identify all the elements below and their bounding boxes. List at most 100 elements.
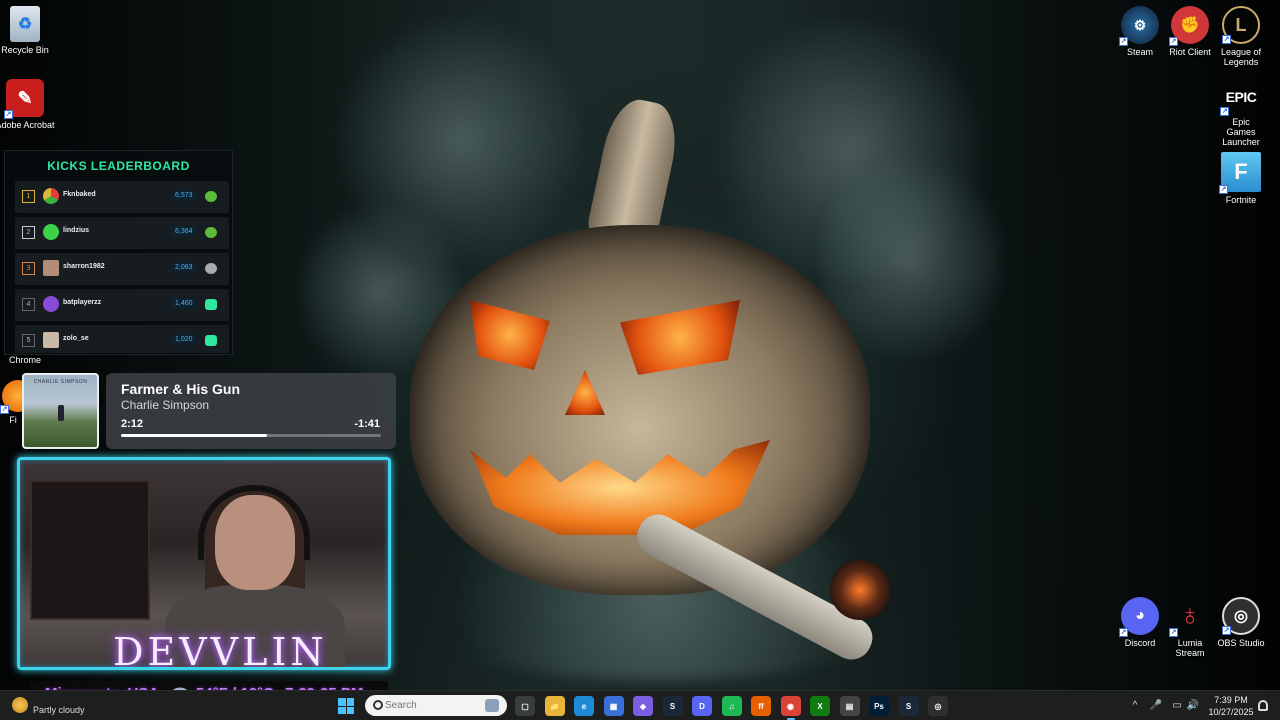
taskbar-app-obs[interactable]: ◎ (928, 696, 948, 716)
leaderboard-score: 1,020 (171, 334, 197, 345)
badge-icon (205, 191, 217, 202)
start-button[interactable] (338, 698, 354, 714)
avatar (43, 332, 59, 348)
desktop-icon-label: Epic Games Launcher (1222, 117, 1260, 147)
webcam-shelf (30, 480, 150, 620)
desktop-icon-obs-studio[interactable]: ◎ ↗ OBS Studio (1209, 597, 1273, 648)
epic-games-icon: EPIC ↗ (1220, 89, 1257, 116)
badge-icon (205, 299, 217, 310)
tray-overflow-icon[interactable]: ^ (1128, 699, 1142, 713)
joint-ember (830, 560, 890, 620)
taskbar-search[interactable] (365, 695, 507, 716)
taskbar-app-edge[interactable]: e (574, 696, 594, 716)
shortcut-arrow-icon: ↗ (1169, 37, 1178, 46)
leaderboard-rank: 1 (22, 190, 35, 203)
track-remaining: -1:41 (354, 418, 380, 430)
taskbar-app-copilot[interactable]: ◈ (633, 696, 653, 716)
avatar (43, 296, 59, 312)
taskbar-app-store[interactable]: ▦ (603, 696, 624, 716)
microphone-icon[interactable]: 🎤 (1149, 699, 1163, 713)
search-input[interactable] (385, 698, 480, 713)
obs-icon: ◎ ↗ (1222, 597, 1260, 635)
kicks-leaderboard: KICKS LEADERBOARD 1 Fknbaked 6,573 2 lin… (4, 150, 233, 355)
taskbar-app-photoshop[interactable]: Ps (869, 696, 889, 716)
album-art-figure (58, 405, 64, 421)
taskbar: Partly cloudy ▢📁e▦◈SD♫ff◉X▤PsS◎ ^ 🎤 ▭ 🔊 … (0, 690, 1280, 720)
leaderboard-username: sharron1982 (63, 263, 105, 270)
track-title: Farmer & His Gun (121, 381, 241, 397)
badge-icon (205, 335, 217, 346)
notification-bell-icon[interactable] (1258, 700, 1268, 711)
leaderboard-username: lindzius (63, 227, 90, 234)
track-artist: Charlie Simpson (121, 398, 210, 412)
taskbar-app-file-explorer[interactable]: 📁 (544, 696, 565, 716)
steam-icon: ⚙ ↗ (1119, 6, 1159, 46)
leaderboard-row: 4 batplayerzz 1,460 (15, 289, 229, 321)
shortcut-arrow-icon: ↗ (1222, 626, 1231, 635)
taskbar-app-chrome[interactable]: ◉ (780, 696, 801, 720)
taskbar-app-media[interactable]: ▤ (839, 696, 860, 716)
volume-icon[interactable]: 🔊 (1186, 699, 1200, 713)
leaderboard-row: 3 sharron1982 2,063 (15, 253, 229, 285)
leaderboard-score: 6,573 (171, 190, 197, 201)
track-progress-bar (121, 434, 381, 437)
league-icon: L ↗ (1222, 6, 1260, 44)
avatar (43, 260, 59, 276)
shortcut-arrow-icon: ↗ (1222, 35, 1231, 44)
leaderboard-username: Fknbaked (63, 191, 96, 198)
taskbar-app-steam-2[interactable]: S (898, 696, 919, 716)
badge-icon (205, 227, 217, 238)
desktop-icon-epic-games[interactable]: EPIC ↗ Epic Games Launcher (1209, 80, 1273, 147)
track-progress-fill (121, 434, 267, 437)
taskbar-weather-text[interactable]: Partly cloudy (33, 705, 85, 715)
desktop-icon-recycle-bin[interactable]: ♻ Recycle Bin (0, 6, 57, 55)
desktop-icon-label: Adobe Acrobat (0, 120, 55, 130)
avatar (43, 224, 59, 240)
webcam-overlay: DEVVLIN (17, 457, 391, 670)
network-icon[interactable]: ▭ (1170, 699, 1184, 713)
shortcut-arrow-icon: ↗ (1220, 107, 1229, 116)
search-highlight-icon (485, 699, 499, 712)
taskbar-weather-icon[interactable] (12, 697, 28, 713)
taskbar-app-task-view[interactable]: ▢ (515, 696, 535, 716)
taskbar-app-xbox[interactable]: X (810, 696, 830, 716)
album-art-caption: CHARLIE SIMPSON (33, 379, 88, 385)
taskbar-app-firefox[interactable]: ff (751, 696, 771, 716)
leaderboard-username: batplayerzz (63, 299, 102, 306)
leaderboard-rank: 4 (22, 298, 35, 311)
riot-icon: ✊ ↗ (1169, 6, 1209, 46)
fortnite-icon: F ↗ (1219, 152, 1261, 194)
search-icon (373, 700, 383, 710)
leaderboard-score: 6,364 (171, 226, 197, 237)
streamer-name: DEVVLIN (113, 630, 328, 670)
album-art: CHARLIE SIMPSON (22, 373, 99, 449)
desktop-icon-label: Fortnite (1225, 195, 1257, 205)
desktop-icon-label: Recycle Bin (1, 45, 49, 55)
now-playing-card: Farmer & His Gun Charlie Simpson 2:12 -1… (106, 373, 396, 449)
shortcut-arrow-icon: ↗ (0, 405, 9, 414)
desktop-icon-league-of-legends[interactable]: L ↗ League of Legends (1209, 6, 1273, 67)
taskbar-app-discord[interactable]: D (692, 696, 712, 716)
headset-icon (198, 485, 310, 560)
badge-icon (205, 263, 217, 274)
taskbar-clock[interactable]: 7:39 PM 10/27/2025 (1200, 694, 1262, 718)
recycle-bin-icon: ♻ (10, 6, 40, 42)
desktop-icon-adobe-acrobat[interactable]: ✎ ↗ Adobe Acrobat (0, 79, 57, 130)
shortcut-arrow-icon: ↗ (1219, 185, 1228, 194)
desktop-icon-label: OBS Studio (1217, 638, 1265, 648)
clock-time: 7:39 PM (1214, 695, 1248, 705)
pumpkin-stem (586, 94, 684, 246)
leaderboard-score: 2,063 (171, 262, 197, 273)
taskbar-app-steam[interactable]: S (662, 696, 683, 716)
desktop-icon-label: League of Legends (1220, 47, 1262, 67)
desktop-icon-fortnite[interactable]: F ↗ Fortnite (1209, 152, 1273, 205)
shortcut-arrow-icon: ↗ (1119, 628, 1128, 637)
lumia-icon: ♁ ↗ (1169, 599, 1202, 637)
taskbar-app-spotify[interactable]: ♫ (721, 696, 742, 716)
leaderboard-row: 1 Fknbaked 6,573 (15, 181, 229, 213)
leaderboard-rank: 5 (22, 334, 35, 347)
desktop-icon-label: Lumia Stream (1175, 638, 1205, 658)
leaderboard-rank: 2 (22, 226, 35, 239)
shortcut-arrow-icon: ↗ (4, 110, 13, 119)
shortcut-arrow-icon: ↗ (1169, 628, 1178, 637)
